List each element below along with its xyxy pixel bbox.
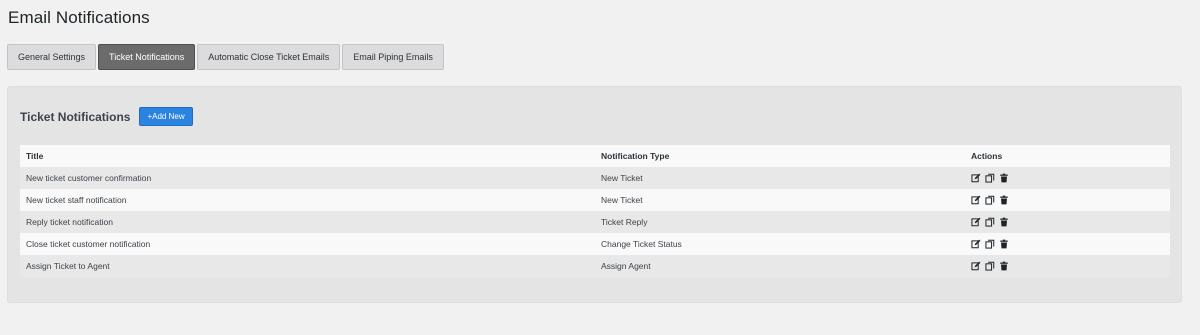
tab-automatic-close-ticket-emails[interactable]: Automatic Close Ticket Emails <box>197 44 341 70</box>
notification-title-cell: Close ticket customer notification <box>26 239 151 249</box>
row-actions <box>971 173 1170 183</box>
notification-title-cell: Reply ticket notification <box>26 217 113 227</box>
edit-icon[interactable] <box>971 261 981 271</box>
table-row: Assign Ticket to Agent Assign Agent <box>20 255 1170 277</box>
tab-email-piping-emails[interactable]: Email Piping Emails <box>342 44 444 70</box>
actions-cell <box>965 233 1170 255</box>
column-header-actions: Actions <box>971 151 1003 161</box>
tab-bar: General Settings Ticket Notifications Au… <box>7 44 444 70</box>
trash-icon[interactable] <box>999 195 1009 205</box>
duplicate-icon[interactable] <box>985 173 995 183</box>
actions-cell <box>965 255 1170 277</box>
duplicate-icon[interactable] <box>985 239 995 249</box>
duplicate-icon[interactable] <box>985 195 995 205</box>
edit-icon[interactable] <box>971 195 981 205</box>
actions-cell <box>965 167 1170 189</box>
notifications-panel: Ticket Notifications +Add New Title Noti… <box>7 86 1182 303</box>
actions-cell <box>965 189 1170 211</box>
panel-title: Ticket Notifications <box>20 109 131 124</box>
edit-icon[interactable] <box>971 239 981 249</box>
trash-icon[interactable] <box>999 173 1009 183</box>
table-row: Close ticket customer notification Change… <box>20 233 1170 255</box>
column-header-notification-type: Notification Type <box>601 151 670 161</box>
panel-header: Ticket Notifications +Add New <box>20 107 193 126</box>
add-new-button[interactable]: +Add New <box>139 107 193 126</box>
notification-type-cell: Assign Agent <box>601 261 651 271</box>
notification-title-cell: New ticket staff notification <box>26 195 127 205</box>
table-row: Reply ticket notification Ticket Reply <box>20 211 1170 233</box>
row-actions <box>971 261 1170 271</box>
notification-type-cell: New Ticket <box>601 173 643 183</box>
notification-type-cell: New Ticket <box>601 195 643 205</box>
notification-type-cell: Change Ticket Status <box>601 239 682 249</box>
column-header-title: Title <box>26 151 44 161</box>
page-title: Email Notifications <box>8 8 150 27</box>
trash-icon[interactable] <box>999 217 1009 227</box>
notification-title-cell: New ticket customer confirmation <box>26 173 152 183</box>
table-row: New ticket staff notification New Ticket <box>20 189 1170 211</box>
table-header-row: Title Notification Type Actions <box>20 145 1170 167</box>
notification-type-cell: Ticket Reply <box>601 217 648 227</box>
notification-title-cell: Assign Ticket to Agent <box>26 261 110 271</box>
trash-icon[interactable] <box>999 261 1009 271</box>
tab-general-settings[interactable]: General Settings <box>7 44 97 70</box>
notifications-table: Title Notification Type Actions New tick… <box>20 145 1170 277</box>
table-row: New ticket customer confirmation New Tick… <box>20 167 1170 189</box>
row-actions <box>971 217 1170 227</box>
edit-icon[interactable] <box>971 217 981 227</box>
row-actions <box>971 239 1170 249</box>
trash-icon[interactable] <box>999 239 1009 249</box>
duplicate-icon[interactable] <box>985 261 995 271</box>
actions-cell <box>965 211 1170 233</box>
tab-ticket-notifications[interactable]: Ticket Notifications <box>98 44 196 70</box>
duplicate-icon[interactable] <box>985 217 995 227</box>
edit-icon[interactable] <box>971 173 981 183</box>
row-actions <box>971 195 1170 205</box>
